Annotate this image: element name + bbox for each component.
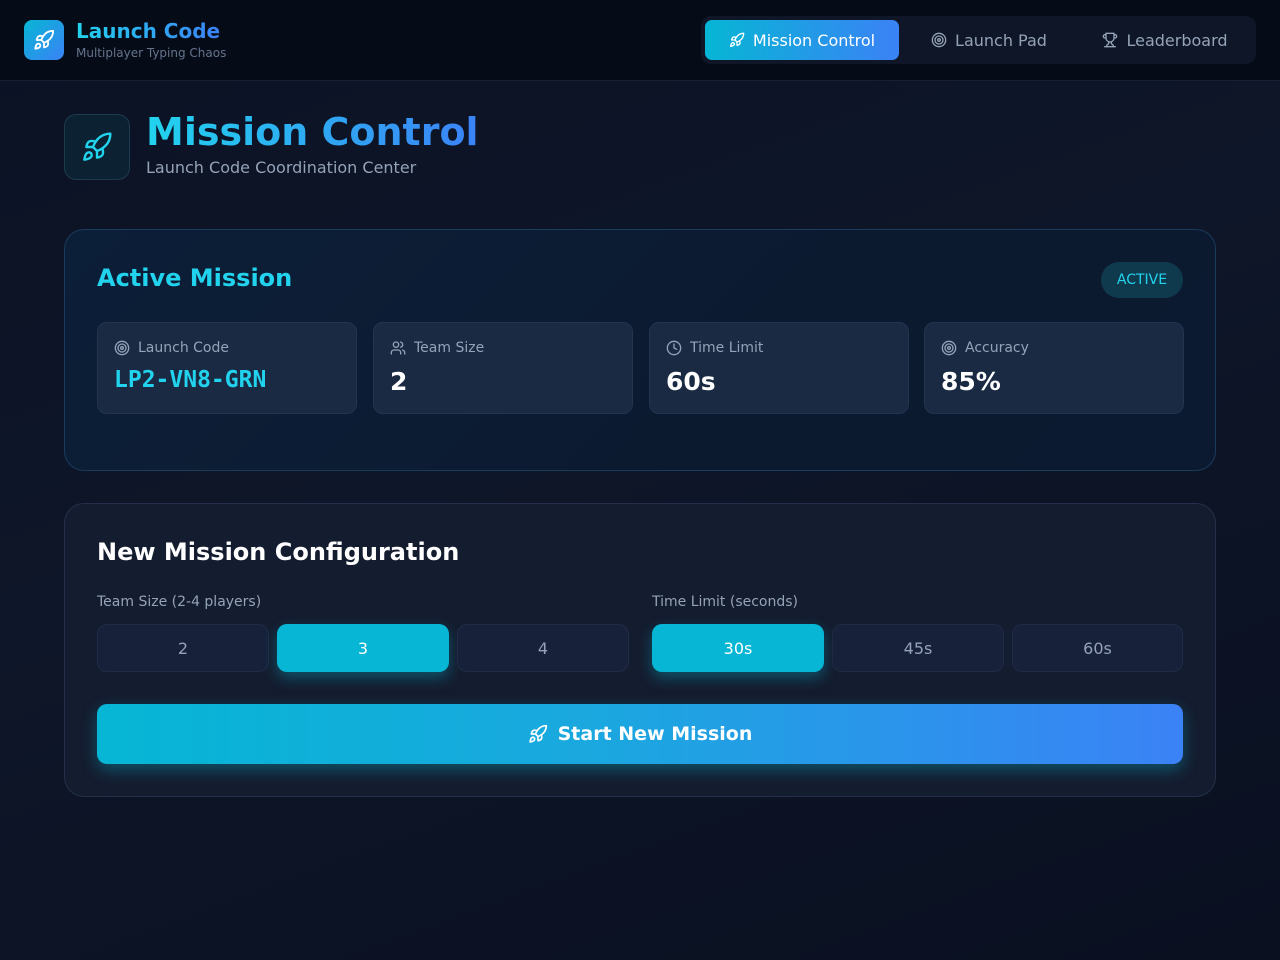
mission-config-card: New Mission Configuration Team Size (2-4… — [64, 503, 1216, 797]
nav-label: Leaderboard — [1126, 30, 1228, 50]
brand-subtitle: Multiplayer Typing Chaos — [76, 46, 227, 60]
trophy-icon — [1103, 32, 1118, 48]
launch-code-value: LP2-VN8-GRN — [114, 367, 267, 393]
active-mission-title: Active Mission — [97, 264, 293, 292]
team-size-label: Team Size (2-4 players) — [97, 594, 262, 610]
team-size-option-3[interactable]: 3 — [277, 624, 449, 672]
stat-label-row: Launch Code — [114, 340, 229, 356]
nav-label: Mission Control — [752, 30, 876, 50]
team-size-option-4[interactable]: 4 — [457, 624, 629, 672]
time-limit-option-60s[interactable]: 60s — [1012, 624, 1183, 672]
page-subtitle: Launch Code Coordination Center — [146, 158, 417, 177]
rocket-icon — [528, 724, 547, 743]
main-nav: Mission Control Launch Pad Leaderboard — [701, 16, 1256, 64]
target-icon — [931, 32, 947, 48]
time-limit-option-30s[interactable]: 30s — [652, 624, 824, 672]
stat-launch-code: Launch Code LP2-VN8-GRN — [97, 322, 357, 414]
stat-label: Launch Code — [138, 340, 229, 356]
start-mission-button[interactable]: Start New Mission — [97, 704, 1183, 764]
start-mission-label: Start New Mission — [557, 723, 753, 745]
page-title: Mission Control — [146, 110, 479, 154]
users-icon — [390, 341, 406, 355]
rocket-icon — [83, 132, 112, 161]
time-limit-label: Time Limit (seconds) — [652, 594, 799, 610]
stat-team-size: Team Size 2 — [373, 322, 633, 414]
accuracy-value: 85% — [941, 367, 1001, 396]
active-mission-card: Active Mission ACTIVE Launch Code LP2-VN… — [64, 229, 1216, 471]
stat-label-row: Accuracy — [941, 340, 1029, 356]
time-limit-value: 60s — [666, 367, 716, 396]
team-size-value: 2 — [390, 367, 408, 396]
stat-label: Team Size — [414, 340, 485, 356]
status-badge: ACTIVE — [1101, 262, 1183, 298]
top-bar: Launch Code Multiplayer Typing Chaos Mis… — [0, 0, 1280, 81]
rocket-icon — [34, 29, 55, 50]
target-icon — [114, 340, 130, 356]
nav-leaderboard[interactable]: Leaderboard — [1083, 20, 1247, 60]
stat-label-row: Team Size — [390, 340, 484, 356]
config-title: New Mission Configuration — [97, 538, 460, 566]
header-icon-box — [64, 114, 130, 180]
stat-label-row: Time Limit — [666, 340, 763, 356]
brand-logo[interactable] — [24, 20, 64, 60]
stat-label: Time Limit — [690, 340, 764, 356]
nav-mission-control[interactable]: Mission Control — [705, 20, 899, 60]
time-limit-option-45s[interactable]: 45s — [832, 624, 1004, 672]
nav-label: Launch Pad — [955, 30, 1047, 50]
stat-time-limit: Time Limit 60s — [649, 322, 909, 414]
rocket-icon — [729, 32, 745, 47]
clock-icon — [666, 340, 682, 356]
nav-launch-pad[interactable]: Launch Pad — [907, 20, 1071, 60]
target-icon — [941, 340, 957, 356]
brand-title: Launch Code — [76, 19, 221, 43]
team-size-option-2[interactable]: 2 — [97, 624, 269, 672]
stat-accuracy: Accuracy 85% — [924, 322, 1184, 414]
stat-label: Accuracy — [965, 340, 1029, 356]
